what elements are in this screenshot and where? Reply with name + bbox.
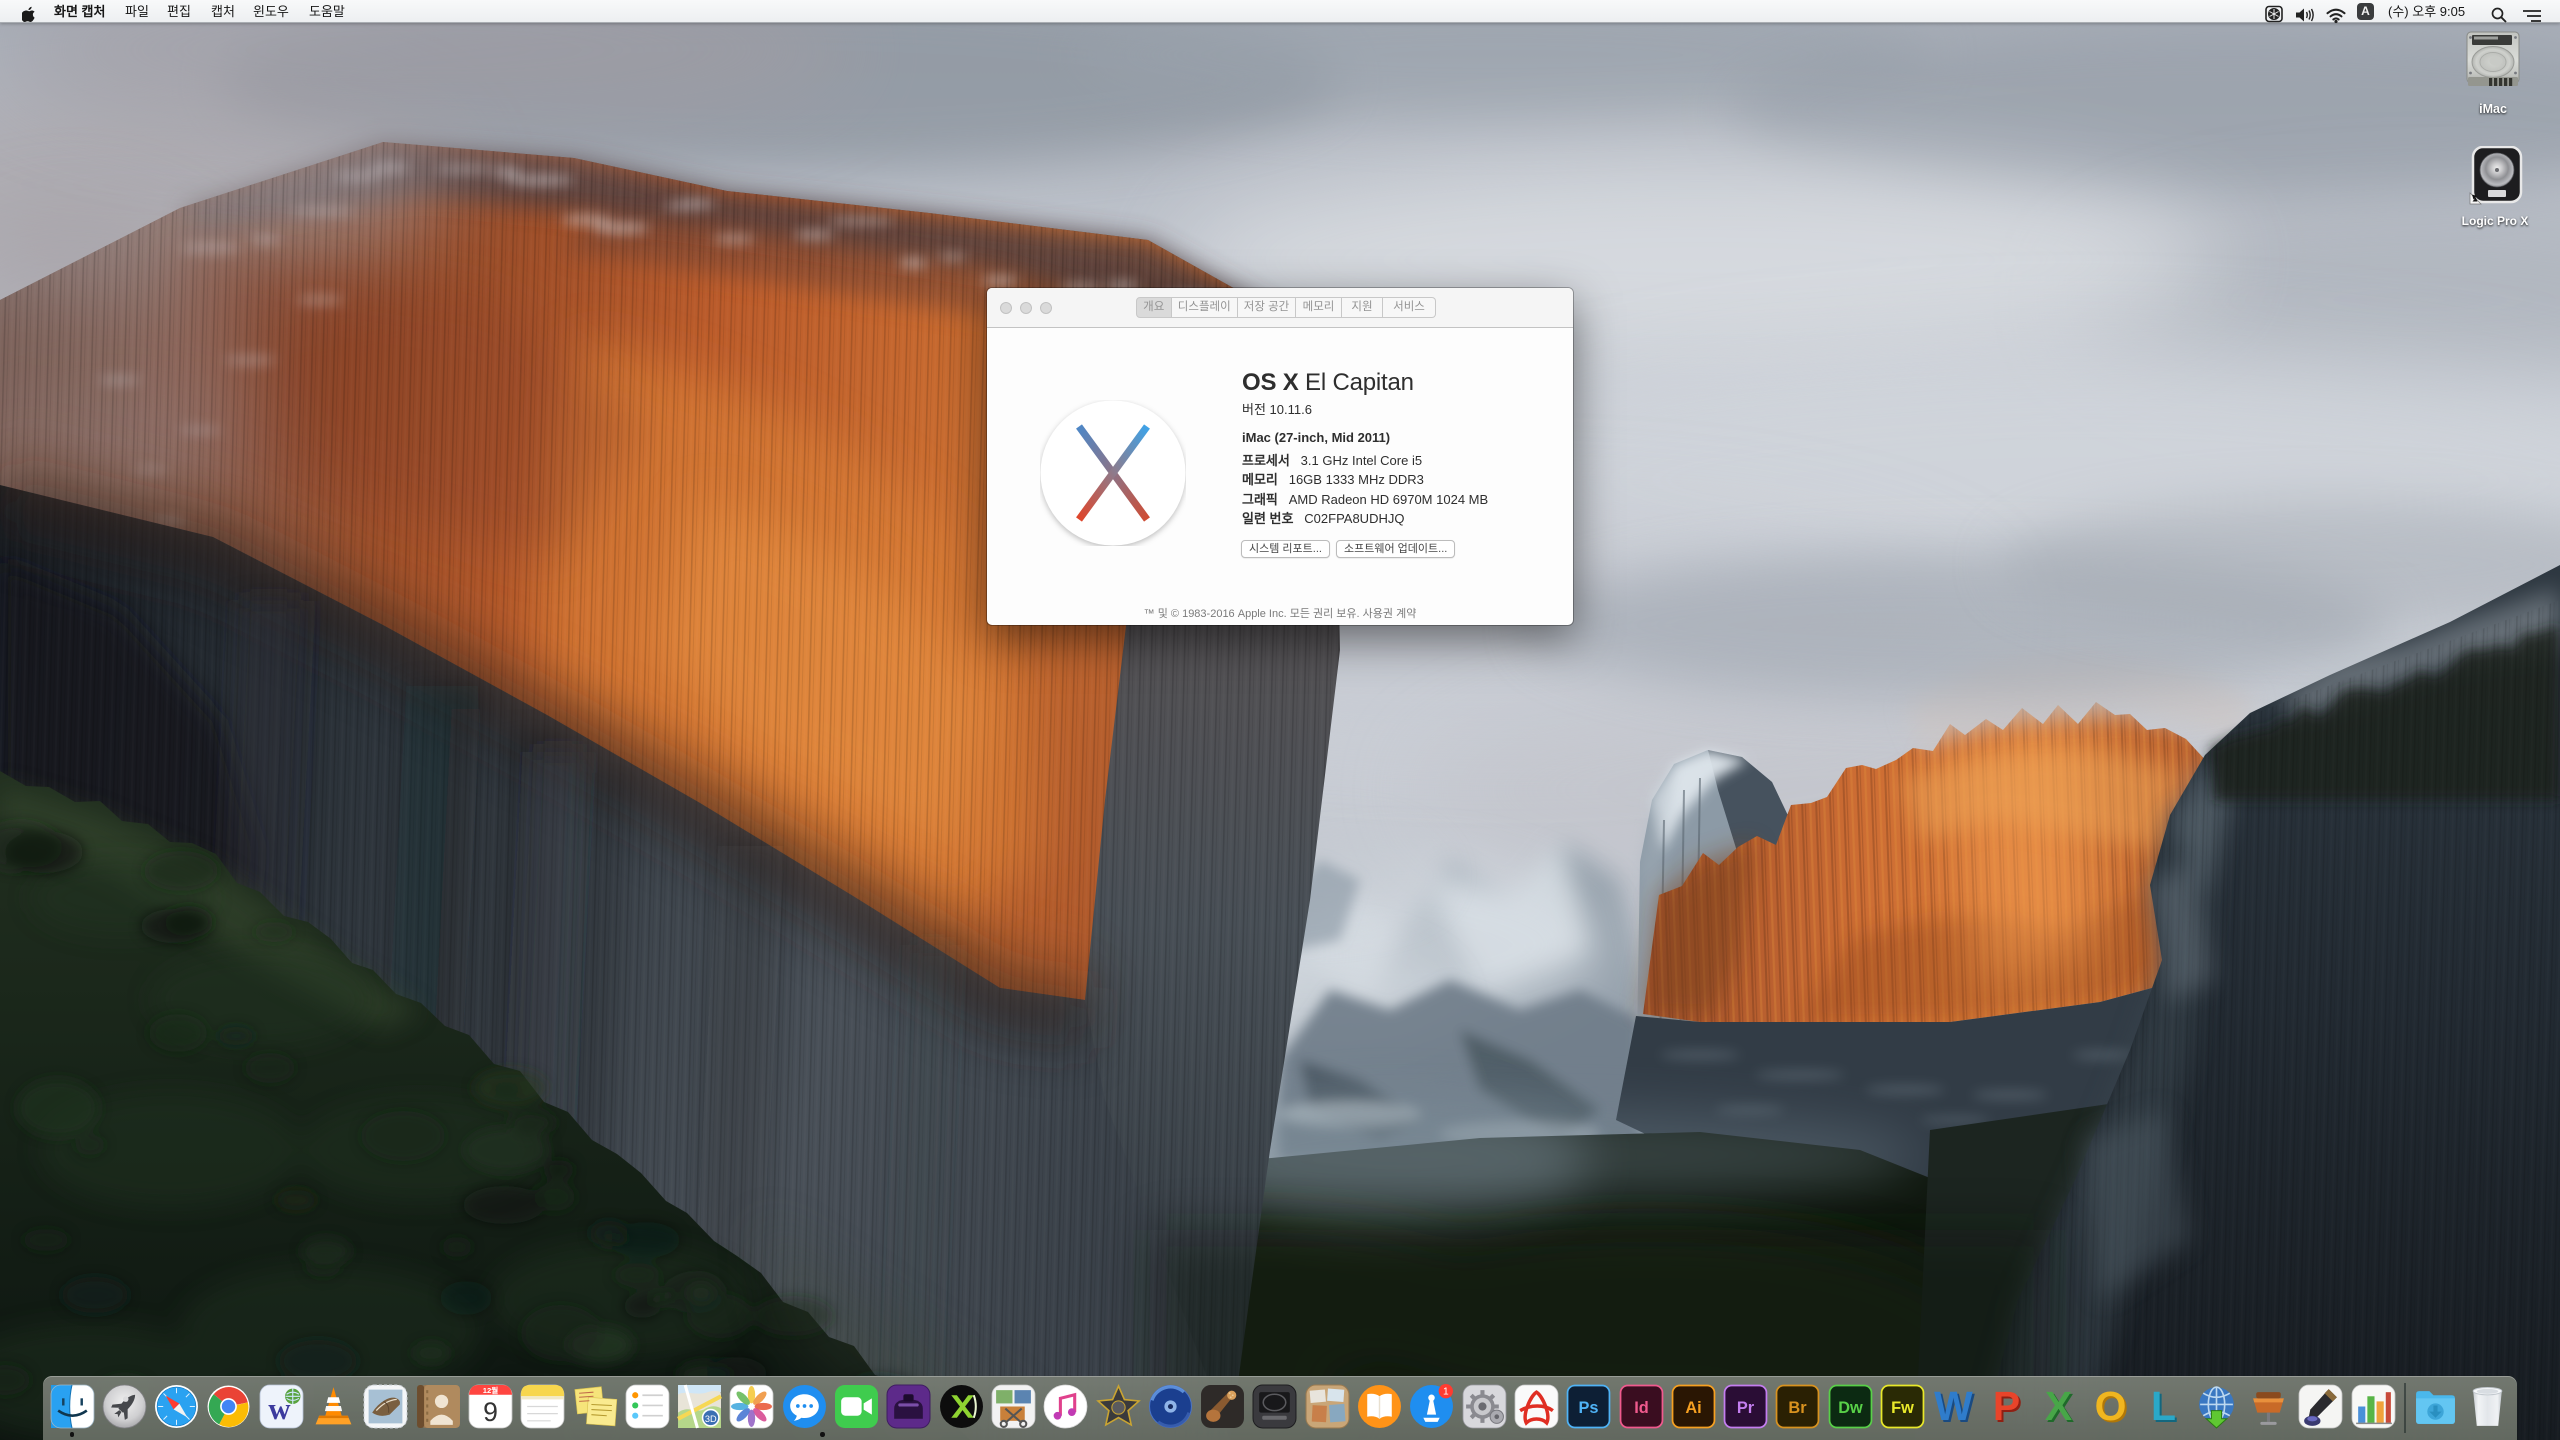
svg-text:Fw: Fw: [1891, 1399, 1914, 1417]
svg-text:L: L: [2150, 1384, 2175, 1429]
svg-text:Dw: Dw: [1838, 1399, 1863, 1417]
svg-text:Pr: Pr: [1737, 1399, 1755, 1417]
svg-text:P: P: [1992, 1384, 2019, 1429]
svg-text:Br: Br: [1789, 1399, 1808, 1417]
svg-text:Id: Id: [1634, 1399, 1649, 1417]
svg-text:O: O: [2095, 1384, 2127, 1429]
svg-text:9: 9: [483, 1397, 498, 1427]
svg-text:Ps: Ps: [1579, 1399, 1599, 1417]
svg-text:12월: 12월: [483, 1385, 499, 1395]
svg-text:Ai: Ai: [1685, 1399, 1701, 1417]
svg-text:W: W: [1934, 1384, 1973, 1429]
svg-text:1: 1: [1443, 1387, 1449, 1398]
svg-text:3D: 3D: [705, 1414, 717, 1424]
svg-text:X: X: [2045, 1384, 2072, 1429]
